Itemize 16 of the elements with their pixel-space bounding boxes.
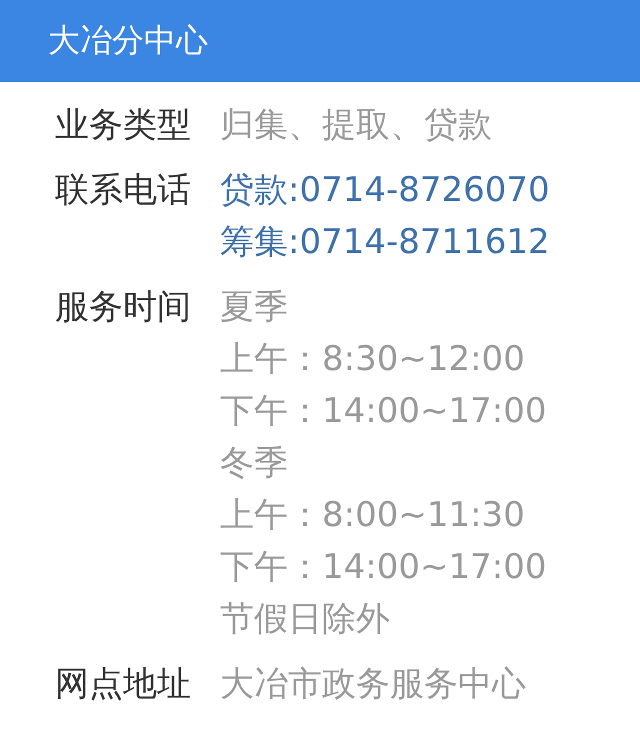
field-value: 上午：8:00~11:30 bbox=[220, 494, 525, 537]
field-value: 夏季 bbox=[220, 286, 288, 329]
phone-link[interactable]: 贷款:0714-8726070 bbox=[220, 164, 550, 216]
field-label: 服务时间 bbox=[55, 286, 192, 329]
field-value: 节假日除外 bbox=[220, 598, 390, 641]
field-value: 上午：8:30~12:00 bbox=[220, 338, 525, 381]
field-value: 下午：14:00~17:00 bbox=[220, 546, 546, 589]
field-value: 冬季 bbox=[220, 442, 288, 485]
field-value: 下午：14:00~17:00 bbox=[220, 390, 546, 433]
page-title: 大冶分中心 bbox=[48, 20, 208, 61]
field-label: 网点地址 bbox=[55, 663, 192, 706]
field-value: 大冶市政务服务中心 bbox=[220, 663, 526, 706]
field-value: 归集、提取、贷款 bbox=[220, 104, 492, 147]
phone-link[interactable]: 筹集:0714-8711612 bbox=[220, 216, 550, 268]
field-label: 业务类型 bbox=[55, 104, 192, 147]
field-label: 联系电话 bbox=[55, 169, 192, 212]
